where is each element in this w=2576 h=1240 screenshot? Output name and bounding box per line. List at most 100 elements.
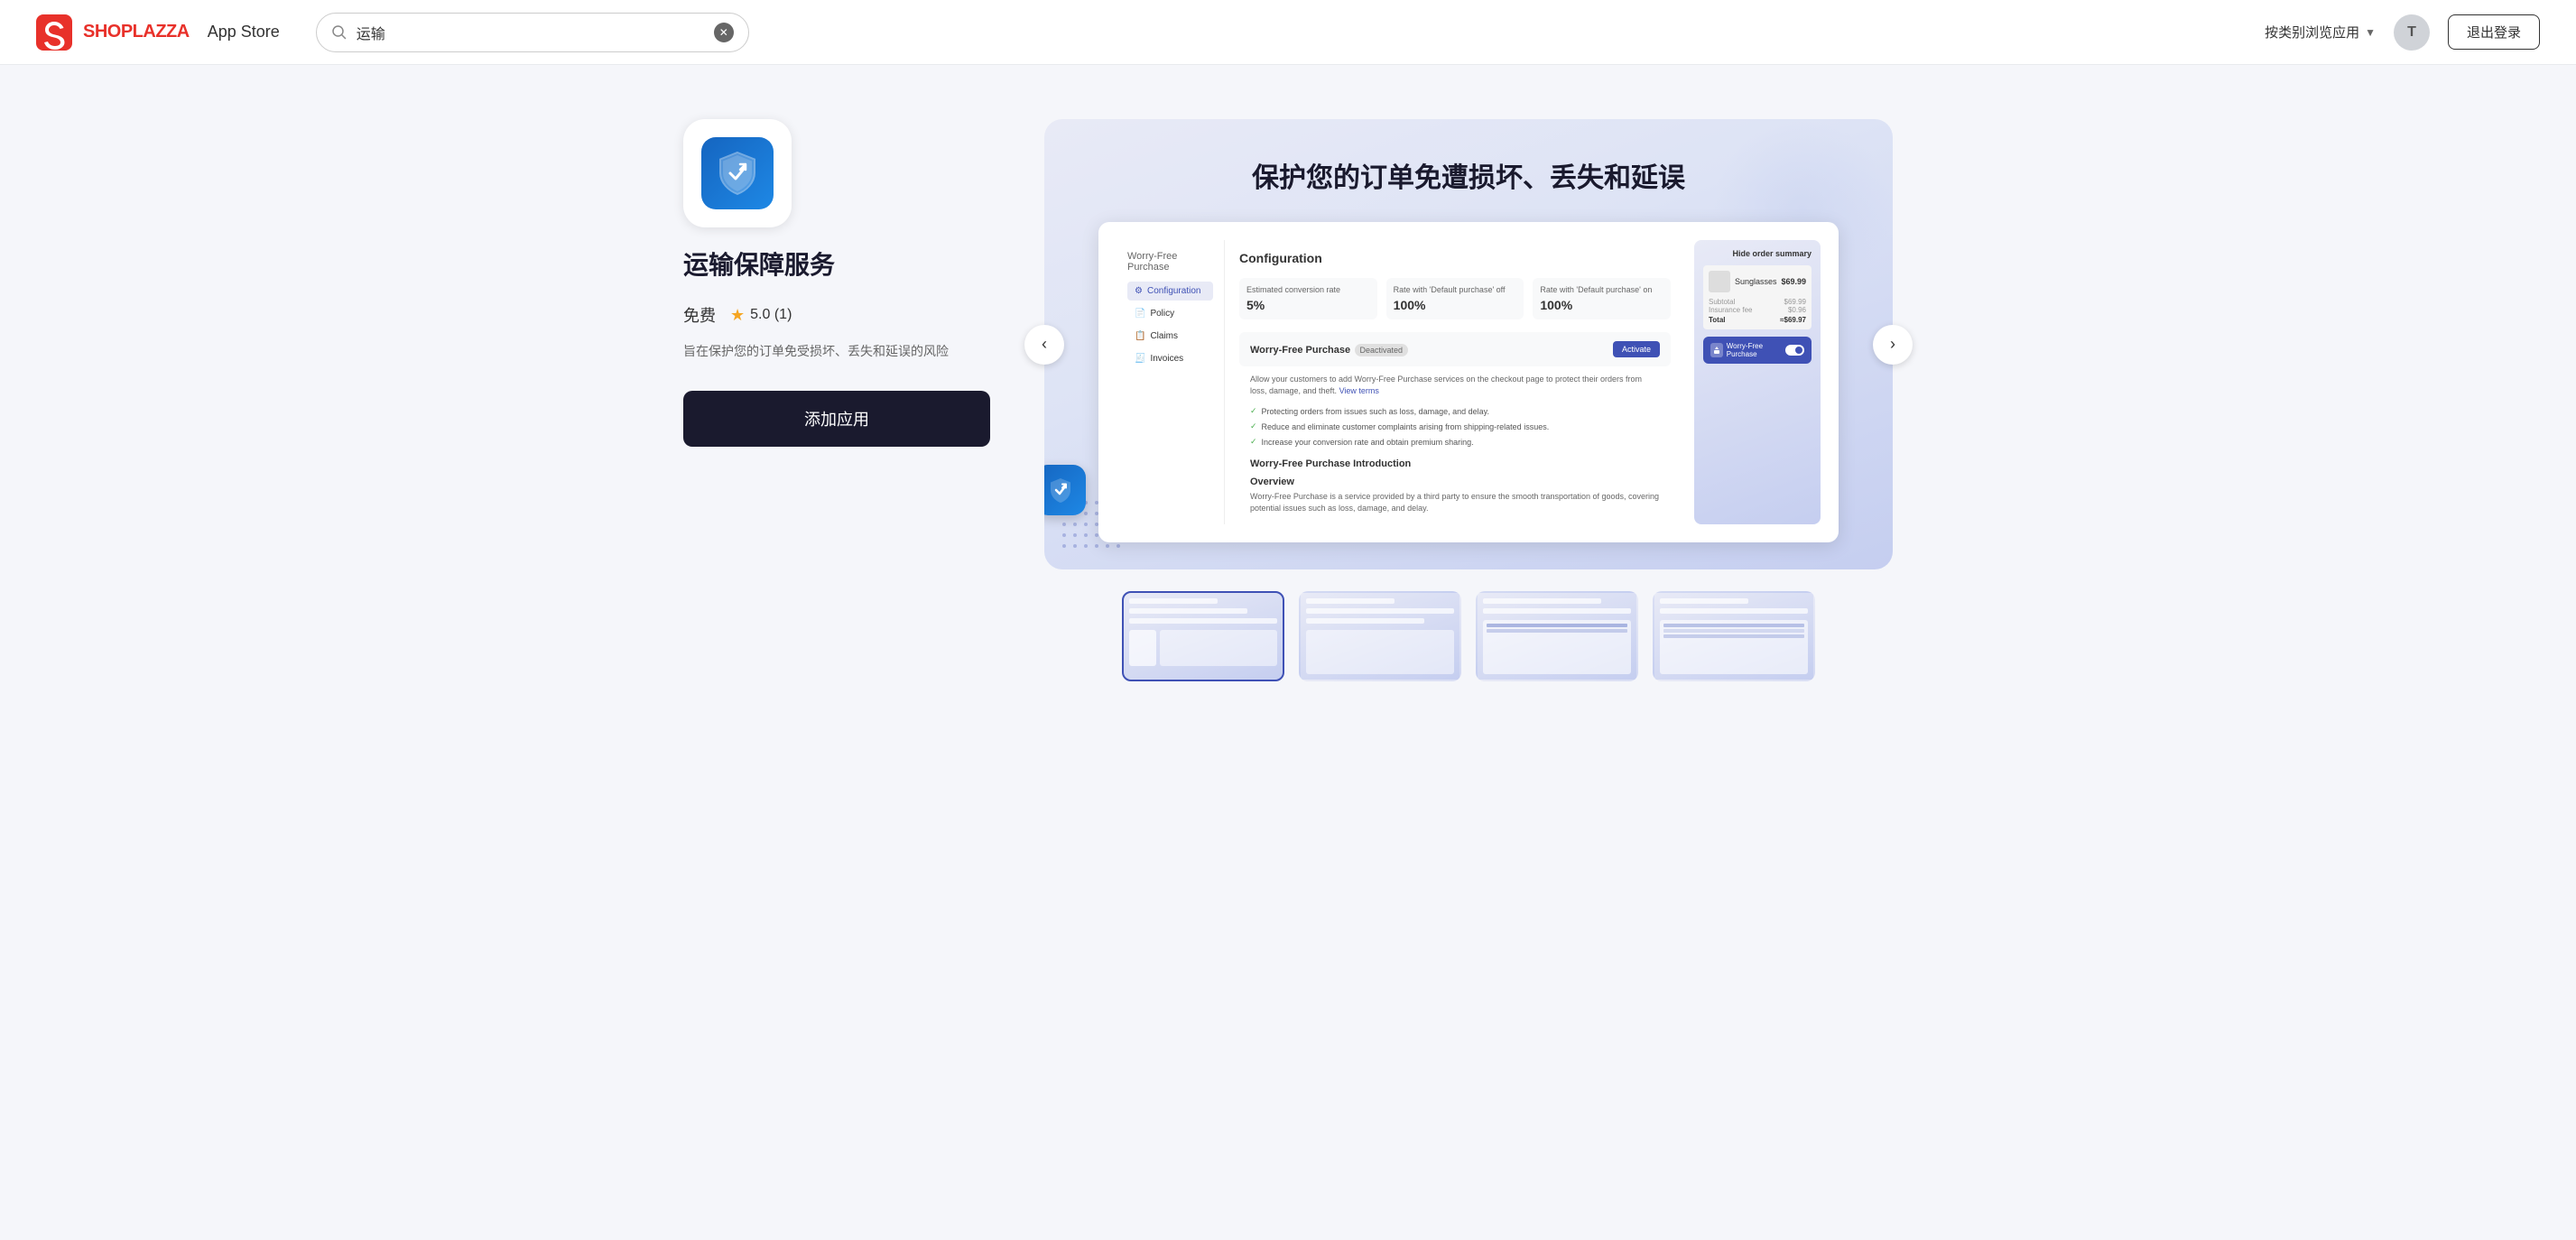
rating-area: ★ 5.0 (1) xyxy=(730,306,792,325)
chevron-down-icon: ▼ xyxy=(2365,26,2376,39)
thumb-row xyxy=(1483,608,1631,614)
thumbnail-3[interactable] xyxy=(1476,591,1638,681)
product-row: Sunglasses $69.99 Subtotal$69.99 Insuran… xyxy=(1703,265,1812,329)
preview-feature-row: Worry-Free Purchase Deactivated Activate xyxy=(1239,332,1671,366)
logout-button[interactable]: 退出登录 xyxy=(2448,14,2540,50)
price-rating-row: 免费 ★ 5.0 (1) xyxy=(683,303,990,327)
main-content: 运输保障服务 免费 ★ 5.0 (1) 旨在保护您的订单免受损坏、丢失和延误的风… xyxy=(611,65,1965,717)
thumb-row xyxy=(1306,608,1454,614)
thumbnail-2[interactable] xyxy=(1299,591,1461,681)
thumb-table-full xyxy=(1660,620,1808,674)
preview-main-content: Configuration Estimated conversion rate … xyxy=(1225,240,1685,524)
rating-value: 5.0 (1) xyxy=(750,307,792,323)
logo-area: SHOPLAZZA xyxy=(36,14,190,51)
thumb-row xyxy=(1129,608,1247,614)
thumb-col xyxy=(1487,624,1627,671)
sidebar-item-claims: 📋 Claims xyxy=(1127,327,1213,346)
logo-text: SHOPLAZZA xyxy=(83,22,190,42)
showcase-wrapper: ‹ 保护您的订单免遭损坏、丢失和延误 Worry-Free Purchase xyxy=(1044,119,1893,569)
preview-sidebar: Worry-Free Purchase ⚙ Configuration 📄 Po… xyxy=(1117,240,1225,524)
product-info: Sunglasses $69.99 xyxy=(1709,271,1806,292)
thumb-cell xyxy=(1663,629,1804,633)
search-input[interactable] xyxy=(357,24,705,41)
thumb-main xyxy=(1160,630,1277,666)
thumb-content xyxy=(1306,630,1454,674)
shoplazza-logo-icon xyxy=(36,14,72,51)
browse-label: 按类别浏览应用 xyxy=(2265,23,2359,42)
app-icon xyxy=(701,137,774,209)
toggle-switch xyxy=(1785,345,1804,356)
app-info-panel: 运输保障服务 免费 ★ 5.0 (1) 旨在保护您的订单免受损坏、丢失和延误的风… xyxy=(683,119,990,681)
activate-button: Activate xyxy=(1613,341,1660,357)
thumbnail-1-content xyxy=(1124,593,1283,680)
user-avatar[interactable]: T xyxy=(2394,14,2430,51)
add-app-button[interactable]: 添加应用 xyxy=(683,391,990,447)
thumb-cell xyxy=(1663,624,1804,627)
thumbnail-1[interactable] xyxy=(1122,591,1284,681)
showcase-panel: ‹ 保护您的订单免遭损坏、丢失和延误 Worry-Free Purchase xyxy=(1044,119,1893,681)
preview-sidebar-title: Worry-Free Purchase xyxy=(1127,251,1213,273)
sidebar-item-invoices: 🧾 Invoices xyxy=(1127,349,1213,368)
toggle-row: Worry-Free Purchase xyxy=(1703,337,1812,364)
thumbnail-3-content xyxy=(1478,593,1636,680)
product-image xyxy=(1709,271,1730,292)
search-bar[interactable]: ✕ xyxy=(316,13,749,52)
showcase-preview: Worry-Free Purchase ⚙ Configuration 📄 Po… xyxy=(1098,222,1839,542)
toggle-icon xyxy=(1710,343,1723,357)
next-slide-button[interactable]: › xyxy=(1873,325,1913,365)
feature-name: Worry-Free Purchase xyxy=(1250,345,1350,356)
app-store-label: App Store xyxy=(208,23,280,42)
thumb-row xyxy=(1306,598,1395,604)
overview-text: Worry-Free Purchase is a service provide… xyxy=(1239,491,1671,514)
intro-title: Worry-Free Purchase Introduction xyxy=(1239,449,1671,473)
thumb-row xyxy=(1129,618,1277,624)
thumbnail-4[interactable] xyxy=(1653,591,1815,681)
thumb-preview-inner xyxy=(1129,630,1277,666)
thumb-row xyxy=(1306,618,1424,624)
preview-right-card: Hide order summary Sunglasses $69.99 Sub… xyxy=(1694,240,1821,524)
app-description: 旨在保护您的订单免受损坏、丢失和延误的风险 xyxy=(683,341,990,361)
floating-app-icon xyxy=(1044,465,1086,515)
sidebar-item-configuration: ⚙ Configuration xyxy=(1127,282,1213,301)
bullet-1: Protecting orders from issues such as lo… xyxy=(1250,403,1660,419)
thumb-row xyxy=(1660,598,1748,604)
search-icon xyxy=(331,24,347,41)
preview-main-title: Configuration xyxy=(1239,251,1671,265)
subtotal-row: Subtotal$69.99 Insurance fee$0.96 Total≈… xyxy=(1709,298,1806,324)
thumb-row xyxy=(1129,598,1218,604)
product-name: Sunglasses xyxy=(1735,277,1777,286)
main-header: SHOPLAZZA App Store ✕ 按类别浏览应用 ▼ T 退出登录 xyxy=(0,0,2576,65)
sidebar-item-policy: 📄 Policy xyxy=(1127,304,1213,323)
feature-description: Allow your customers to add Worry-Free P… xyxy=(1239,374,1671,403)
thumbnail-strip xyxy=(1044,591,1893,681)
search-clear-button[interactable]: ✕ xyxy=(714,23,734,42)
product-price: $69.99 xyxy=(1781,277,1806,286)
bullet-list: Protecting orders from issues such as lo… xyxy=(1239,403,1671,449)
shield-arrow-icon xyxy=(712,148,763,199)
thumb-row xyxy=(1483,598,1601,604)
thumb-table xyxy=(1483,620,1631,674)
thumb-cell xyxy=(1487,629,1627,633)
overview-title: Overview xyxy=(1239,473,1671,491)
preview-metrics: Estimated conversion rate 5% Rate with '… xyxy=(1239,278,1671,319)
thumb-row xyxy=(1660,608,1808,614)
thumb-cell xyxy=(1487,624,1627,627)
thumb-sidebar xyxy=(1129,630,1156,666)
prev-slide-button[interactable]: ‹ xyxy=(1024,325,1064,365)
feature-status-badge: Deactivated xyxy=(1355,344,1409,356)
browse-by-category-button[interactable]: 按类别浏览应用 ▼ xyxy=(2265,23,2376,42)
hide-order-summary: Hide order summary xyxy=(1703,249,1812,258)
toggle-label: Worry-Free Purchase xyxy=(1727,342,1786,358)
thumb-cell xyxy=(1663,634,1804,638)
app-icon-wrapper xyxy=(683,119,792,227)
bullet-2: Reduce and eliminate customer complaints… xyxy=(1250,419,1660,434)
showcase-container: 保护您的订单免遭损坏、丢失和延误 Worry-Free Purchase ⚙ C… xyxy=(1044,119,1893,569)
metric-conversion: Estimated conversion rate 5% xyxy=(1239,278,1377,319)
app-title: 运输保障服务 xyxy=(683,249,990,282)
thumbnail-2-content xyxy=(1301,593,1459,680)
metric-default-on: Rate with 'Default purchase' on 100% xyxy=(1533,278,1671,319)
thumbnail-4-content xyxy=(1654,593,1813,680)
star-icon: ★ xyxy=(730,306,745,325)
toggle-label-area: Worry-Free Purchase xyxy=(1710,342,1785,358)
bullet-3: Increase your conversion rate and obtain… xyxy=(1250,434,1660,449)
